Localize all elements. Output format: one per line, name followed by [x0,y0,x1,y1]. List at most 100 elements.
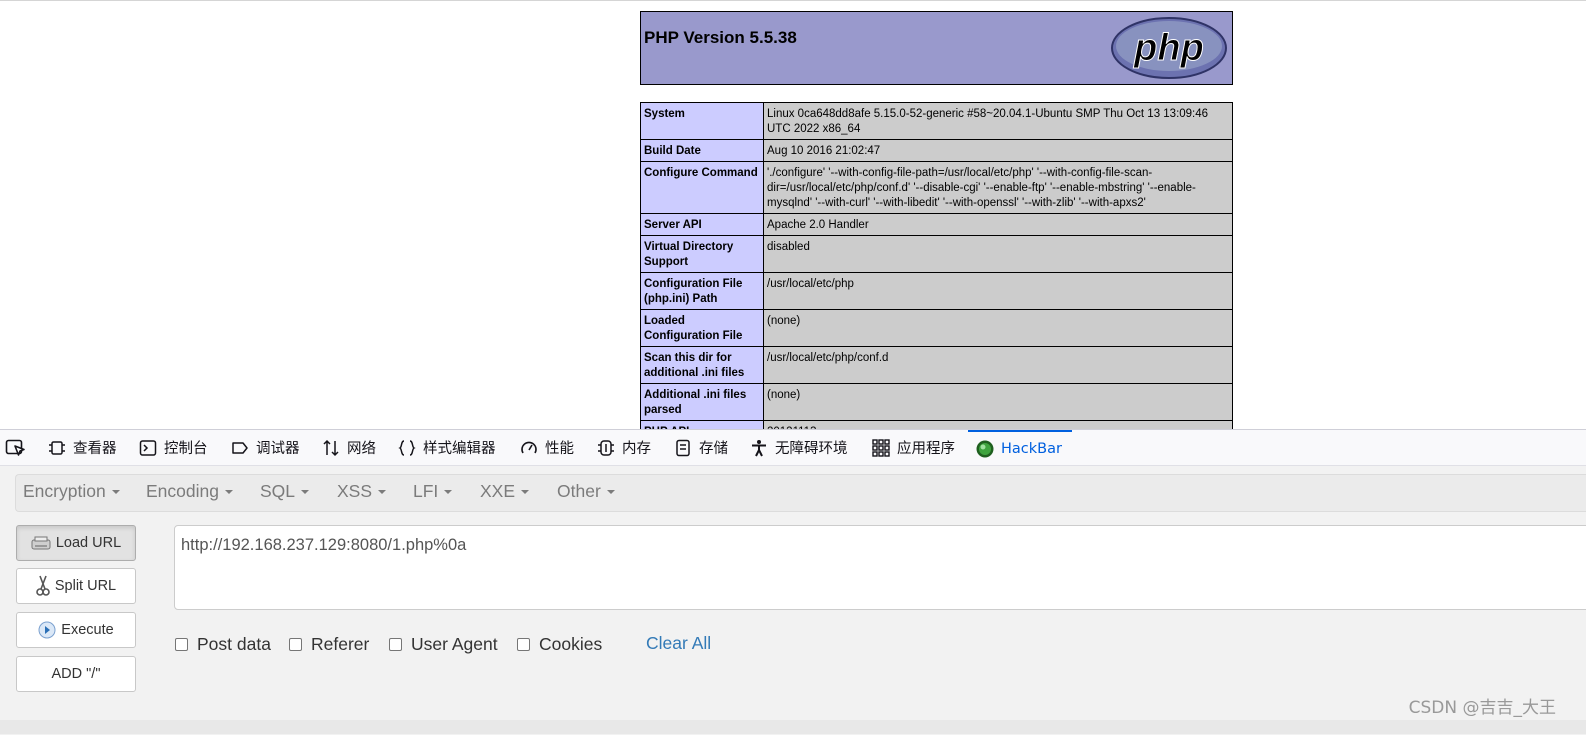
menu-xss[interactable]: XSS [337,481,387,502]
caret-down-icon [521,489,530,494]
phpinfo-row: Loaded Configuration File (none) [640,309,1233,347]
phpinfo-row: Scan this dir for additional .ini files /… [640,346,1233,384]
scissors-icon [36,575,50,596]
watermark: CSDN @吉吉_大王 [1408,698,1556,718]
phpinfo-value: Linux 0ca648dd8afe 5.15.0-52-generic #58… [763,102,1233,140]
execute-button[interactable]: Execute [16,612,136,648]
page-viewport: PHP Version 5.5.38 php System Linux 0ca64… [0,0,1586,429]
menu-sql[interactable]: SQL [260,481,310,502]
clear-all-link[interactable]: Clear All [646,633,711,654]
phpinfo-value: 20121113 [763,420,1233,429]
application-icon [872,438,890,457]
user-agent-checkbox[interactable] [389,638,402,651]
load-url-label: Load URL [55,535,122,551]
phpinfo-row: PHP API20121113 [640,420,1233,429]
phpinfo-row: Build Date Aug 10 2016 21:02:47 [640,139,1233,162]
caret-down-icon [301,489,310,494]
caret-down-icon [224,489,233,494]
tab-memory[interactable]: 内存 [597,430,651,465]
console-icon [139,439,157,456]
cookies-label: Cookies [539,634,603,654]
hackbar-menu-bar: Encryption Encoding SQL XSS LFI XXE Othe… [15,474,1586,512]
menu-xxe[interactable]: XXE [480,481,530,502]
split-url-label: Split URL [54,578,117,594]
phpinfo-key: System [640,102,764,140]
phpinfo-value: /usr/local/etc/php [763,272,1233,310]
hackbar-panel: Encryption Encoding SQL XSS LFI XXE Othe… [0,466,1586,735]
phpinfo-key: Additional .ini files parsed [640,383,764,421]
phpinfo-row: System Linux 0ca648dd8afe 5.15.0-52-gener… [640,102,1233,140]
add-slash-label: ADD "/" [51,666,101,682]
element-picker-icon[interactable] [5,438,27,458]
menu-lfi[interactable]: LFI [413,481,453,502]
cookies-option[interactable]: Cookies [517,634,602,655]
phpinfo-key: Scan this dir for additional .ini files [640,346,764,384]
menu-encryption-label: Encryption [23,481,106,501]
load-url-icon [31,536,51,550]
caret-down-icon [378,489,387,494]
phpinfo-value: Apache 2.0 Handler [763,213,1233,236]
caret-down-icon [606,489,615,494]
phpinfo-row: Virtual Directory Support disabled [640,235,1233,273]
tab-console[interactable]: 控制台 [139,430,208,465]
tab-style-editor[interactable]: 样式编辑器 [398,430,496,465]
phpinfo-row: Additional .ini files parsed (none) [640,383,1233,421]
devtools-panel: 查看器 控制台 调试器 网络 样式编辑器 性能 内存 存储 无障碍环境 应用程序… [0,429,1586,735]
menu-encryption[interactable]: Encryption [23,481,120,502]
execute-label: Execute [61,622,114,638]
referer-checkbox[interactable] [289,638,302,651]
storage-icon [676,439,690,456]
menu-xxe-label: XXE [480,481,516,501]
tab-performance[interactable]: 性能 [520,430,574,465]
tab-memory-label: 内存 [622,441,651,457]
phpinfo-key: Loaded Configuration File [640,309,764,347]
phpinfo-row: Configuration File (php.ini) Path/usr/lo… [640,272,1233,310]
hackbar-icon [976,440,994,457]
split-url-button[interactable]: Split URL [16,568,136,604]
phpinfo-table: System Linux 0ca648dd8afe 5.15.0-52-gener… [640,102,1233,429]
tab-debugger[interactable]: 调试器 [231,430,300,465]
post-data-option[interactable]: Post data [175,634,271,655]
accessibility-icon [752,439,766,456]
phpinfo-row: Configure Command './configure' '--with-c… [640,161,1233,214]
style-editor-icon [398,439,416,456]
tab-inspector[interactable]: 查看器 [48,430,117,465]
menu-encoding[interactable]: Encoding [146,481,233,502]
tab-performance-label: 性能 [545,441,574,457]
cookies-checkbox[interactable] [517,638,530,651]
menu-other[interactable]: Other [557,481,615,502]
load-url-button[interactable]: Load URL [16,525,136,561]
play-icon [38,621,56,639]
user-agent-option[interactable]: User Agent [389,634,498,655]
tab-network[interactable]: 网络 [322,430,376,465]
phpinfo-key: Build Date [640,139,764,162]
tab-inspector-label: 查看器 [73,441,117,457]
phpinfo-value: Aug 10 2016 21:02:47 [763,139,1233,162]
devtools-tab-bar: 查看器 控制台 调试器 网络 样式编辑器 性能 内存 存储 无障碍环境 应用程序… [0,430,1586,466]
url-input[interactable] [174,525,1586,610]
add-slash-button[interactable]: ADD "/" [16,656,136,692]
inspector-icon [49,440,65,455]
tab-style-editor-label: 样式编辑器 [423,441,496,457]
caret-down-icon [444,489,453,494]
menu-encoding-label: Encoding [146,481,219,501]
phpinfo-key: PHP API [640,420,764,429]
tab-hackbar[interactable]: HackBar [968,430,1072,465]
tab-console-label: 控制台 [164,441,208,457]
menu-sql-label: SQL [260,481,296,501]
referer-option[interactable]: Referer [289,634,369,655]
php-version-header: PHP Version 5.5.38 php [640,11,1233,85]
tab-application[interactable]: 应用程序 [872,430,955,465]
performance-icon [521,441,537,453]
tab-hackbar-label: HackBar [1001,440,1062,457]
network-icon [323,439,339,456]
phpinfo-value: './configure' '--with-config-file-path=/… [763,161,1233,214]
tab-accessibility[interactable]: 无障碍环境 [750,430,848,465]
phpinfo-key: Configure Command [640,161,764,214]
tab-application-label: 应用程序 [897,441,955,457]
tab-storage[interactable]: 存储 [674,430,728,465]
caret-down-icon [111,489,120,494]
tab-debugger-label: 调试器 [256,441,300,457]
phpinfo-value: (none) [763,383,1233,421]
post-data-checkbox[interactable] [175,638,188,651]
